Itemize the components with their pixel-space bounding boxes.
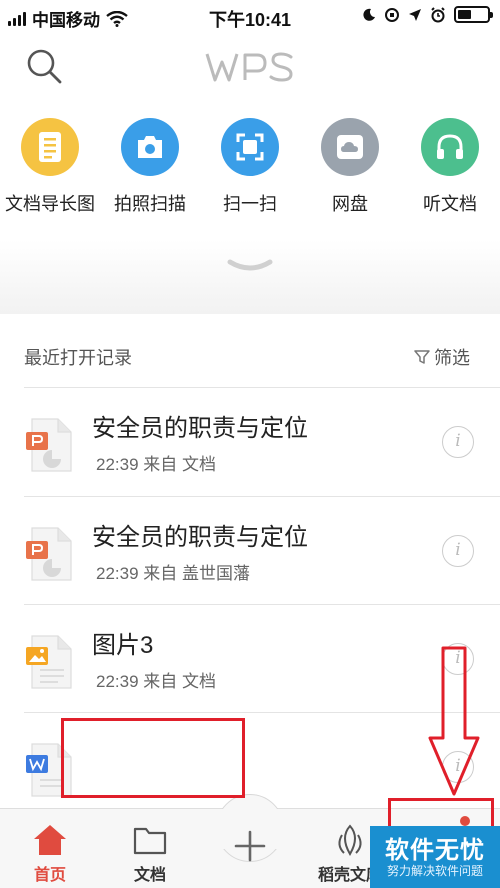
image-file-icon (26, 635, 72, 689)
orientation-lock-icon (385, 7, 399, 22)
battery-icon (454, 6, 493, 23)
tool-long-image[interactable]: 文档导长图 (0, 118, 100, 216)
watermark-title: 软件无忧 (385, 837, 485, 864)
tool-scan[interactable]: 扫一扫 (200, 118, 300, 216)
cloud-drive-icon (321, 118, 379, 176)
tool-cloud-drive[interactable]: 网盘 (300, 118, 400, 216)
quick-tools: 文档导长图 拍照扫描 扫一扫 网盘 听文档 (0, 118, 500, 218)
docer-icon (338, 824, 362, 856)
recent-file-row[interactable]: 安全员的职责与定位 22:39 来自 文档 i (0, 388, 500, 496)
long-image-icon (21, 118, 79, 176)
plus-icon[interactable] (234, 830, 266, 862)
tool-photo-scan[interactable]: 拍照扫描 (100, 118, 200, 216)
tab-home[interactable]: 首页 (0, 809, 100, 888)
file-meta: 22:39 来自 盖世国藩 (96, 564, 250, 583)
wps-logo (205, 52, 293, 82)
moon-icon (363, 8, 375, 21)
recent-title: 最近打开记录 (24, 348, 132, 368)
filter-icon (414, 350, 430, 364)
annotation-arrow (428, 646, 480, 796)
headphones-icon (421, 118, 479, 176)
alarm-icon (431, 6, 445, 22)
tools-fold-area (0, 240, 500, 314)
status-icons (362, 6, 493, 23)
camera-icon (121, 118, 179, 176)
tab-label: 文档 (133, 867, 166, 884)
tab-documents[interactable]: 文档 (100, 809, 200, 888)
ppt-file-icon (26, 527, 72, 581)
info-icon[interactable]: i (442, 426, 474, 458)
ppt-file-icon (26, 418, 72, 472)
chevron-down-icon[interactable] (226, 256, 274, 276)
tool-label: 拍照扫描 (114, 194, 186, 214)
file-name: 安全员的职责与定位 (92, 415, 308, 442)
file-name: 图片3 (92, 632, 154, 659)
watermark: 软件无忧 努力解决软件问题 (370, 826, 500, 888)
tab-label: 首页 (33, 867, 66, 884)
recent-file-row[interactable]: 图片3 22:39 来自 文档 i (0, 605, 500, 713)
file-meta: 22:39 来自 文档 (96, 455, 216, 474)
recent-file-row[interactable]: 安全员的职责与定位 22:39 来自 盖世国藩 i (0, 497, 500, 605)
status-bar: 中国移动 下午10:41 (0, 0, 500, 34)
info-icon[interactable]: i (442, 535, 474, 567)
file-name: 安全员的职责与定位 (92, 524, 308, 551)
tool-listen-doc[interactable]: 听文档 (400, 118, 500, 216)
tool-label: 网盘 (332, 194, 368, 214)
watermark-subtitle: 努力解决软件问题 (386, 864, 483, 878)
scan-icon (221, 118, 279, 176)
file-meta: 22:39 来自 文档 (96, 672, 216, 691)
tool-label: 扫一扫 (223, 194, 277, 214)
location-icon (409, 8, 421, 21)
search-icon[interactable] (24, 46, 64, 86)
filter-label: 筛选 (434, 348, 470, 368)
recent-header: 最近打开记录 筛选 (0, 330, 500, 386)
annotation-box (61, 718, 245, 798)
home-icon (34, 825, 66, 855)
tool-label: 文档导长图 (5, 194, 95, 214)
tool-label: 听文档 (423, 194, 477, 214)
folder-icon (133, 827, 167, 855)
filter-button[interactable]: 筛选 (414, 344, 470, 370)
